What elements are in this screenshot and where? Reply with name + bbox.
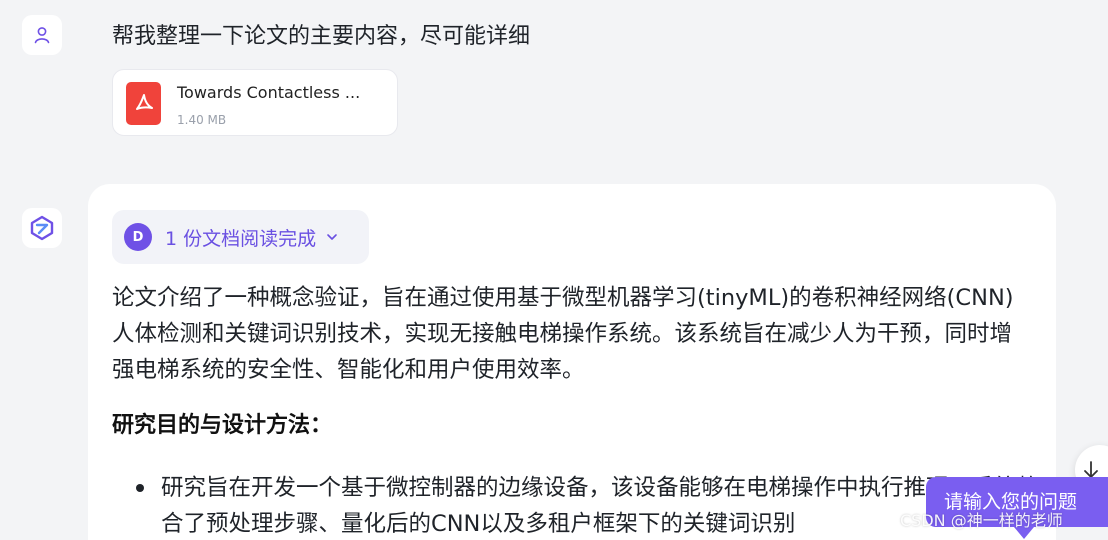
watermark: CSDN @神一样的老师 — [900, 511, 1063, 530]
chevron-down-icon — [325, 230, 339, 244]
user-icon — [34, 27, 50, 44]
answer-paragraph: 论文介绍了一种概念验证，旨在通过使用基于微型机器学习(tinyML)的卷积神经网… — [112, 285, 1014, 383]
assistant-avatar — [22, 208, 62, 248]
attachment-name: Towards Contactless ... — [177, 83, 361, 102]
bullet-marker — [136, 484, 144, 492]
chat-page: 帮我整理一下论文的主要内容，尽可能详细 Towards Contactless … — [0, 0, 1108, 540]
documents-read-chip[interactable]: D 1 份文档阅读完成 — [112, 210, 369, 264]
section-heading: 研究目的与设计方法： — [112, 413, 333, 438]
pdf-icon — [126, 82, 161, 125]
assistant-logo-icon — [30, 215, 54, 241]
attachment-card[interactable]: Towards Contactless ... 1.40 MB — [112, 69, 398, 136]
documents-read-label: 1 份文档阅读完成 — [165, 227, 317, 250]
user-message-text: 帮我整理一下论文的主要内容，尽可能详细 — [112, 24, 531, 49]
attachment-size: 1.40 MB — [177, 113, 227, 127]
document-badge: D — [124, 223, 152, 251]
user-avatar — [22, 15, 62, 55]
assistant-message-bubble: D 1 份文档阅读完成 论文介绍了一种概念验证，旨在通过使用基于微型机器学习(t… — [88, 184, 1056, 540]
